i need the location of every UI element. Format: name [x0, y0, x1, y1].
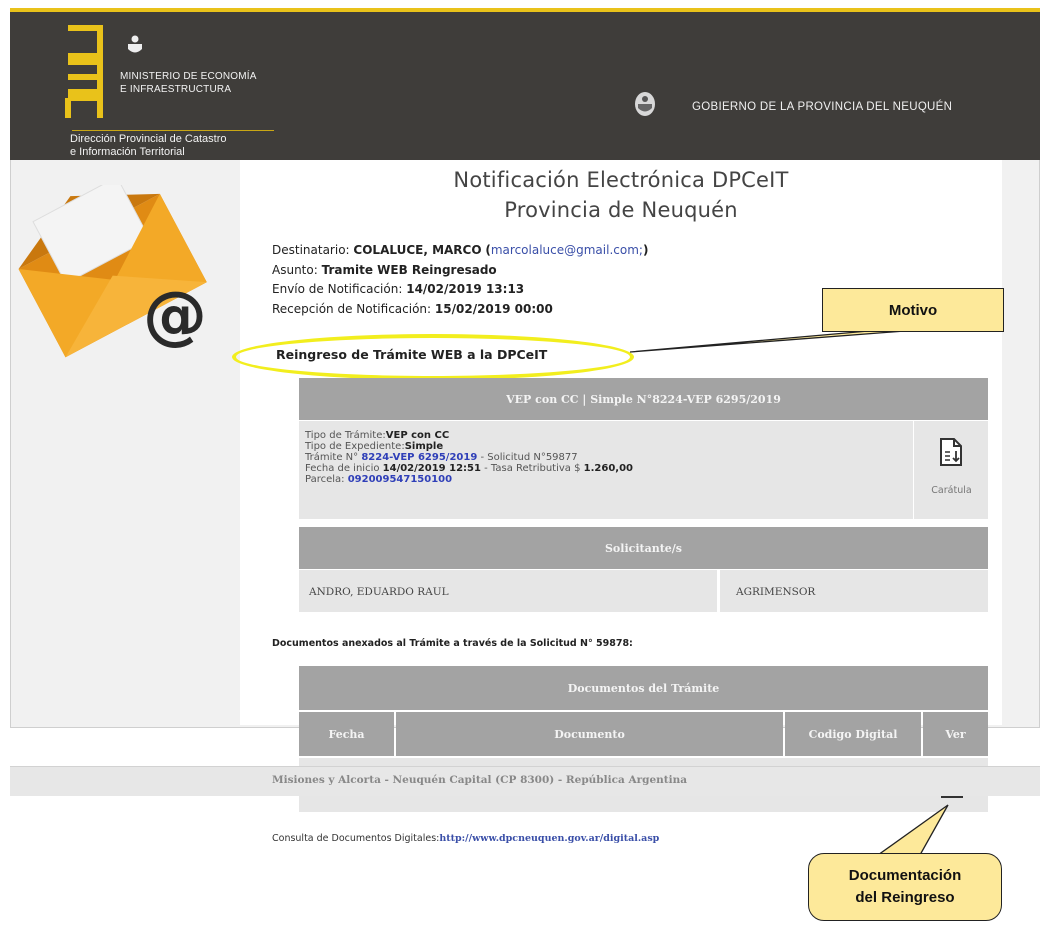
province-emblem-icon — [128, 35, 142, 53]
solicitante-role: AGRIMENSOR — [736, 586, 816, 598]
notification-subtitle: Provincia de Neuquén — [504, 198, 738, 222]
solicitante-name: ANDRO, EDUARDO RAUL — [309, 586, 449, 598]
government-emblem-icon — [635, 92, 655, 116]
tramite-info: Tipo de Trámite:VEP con CC Tipo de Exped… — [305, 430, 633, 485]
footer-address: Misiones y Alcorta - Neuquén Capital (CP… — [272, 774, 688, 786]
documents-table-title: Documentos del Trámite — [299, 666, 988, 710]
email-header: MINISTERIO DE ECONOMÍA E INFRAESTRUCTURA… — [10, 8, 1040, 160]
destinatario-email-link[interactable]: marcolaluce@gmail.com; — [491, 243, 643, 257]
column-header-ver: Ver — [923, 712, 988, 756]
documentacion-callout: Documentación del Reingreso — [808, 853, 1002, 921]
recepcion-line: Recepción de Notificación: 15/02/2019 00… — [272, 302, 553, 316]
svg-text:@: @ — [143, 279, 207, 353]
tramite-header: VEP con CC | Simple N°8224-VEP 6295/2019 — [299, 378, 988, 420]
destinatario-line: Destinatario: COLALUCE, MARCO (marcolalu… — [272, 243, 649, 257]
column-header-codigo: Codigo Digital — [785, 712, 921, 756]
tramite-number-link[interactable]: 8224-VEP 6295/2019 — [361, 452, 477, 463]
consulta-link[interactable]: http://www.dpcneuquen.gov.ar/digital.asp — [439, 833, 659, 844]
direction-name: Dirección Provincial de Catastro e Infor… — [70, 133, 227, 158]
motivo-highlight-ellipse — [232, 334, 634, 380]
motivo-callout: Motivo — [822, 288, 1004, 332]
ministry-name: MINISTERIO DE ECONOMÍA E INFRAESTRUCTURA — [120, 71, 257, 95]
documents-caption: Documentos anexados al Trámite a través … — [272, 638, 633, 649]
caratula-button[interactable]: Carátula — [913, 421, 988, 519]
column-header-documento: Documento — [396, 712, 783, 756]
caratula-label: Carátula — [931, 485, 972, 496]
document-download-icon — [940, 438, 962, 466]
email-envelope-icon: @ — [18, 185, 207, 358]
notification-title: Notificación Electrónica DPCeIT — [453, 168, 789, 192]
header-divider — [72, 130, 274, 131]
column-header-fecha: Fecha — [299, 712, 394, 756]
solicitantes-header: Solicitante/s — [299, 527, 988, 569]
asunto-line: Asunto: Tramite WEB Reingresado — [272, 263, 497, 277]
government-name: GOBIERNO DE LA PROVINCIA DEL NEUQUÉN — [692, 101, 953, 113]
parcela-link[interactable]: 092009547150100 — [348, 474, 452, 485]
envio-line: Envío de Notificación: 14/02/2019 13:13 — [272, 282, 525, 296]
neu-logo — [60, 22, 110, 122]
consulta-line: Consulta de Documentos Digitales:http://… — [272, 833, 660, 844]
